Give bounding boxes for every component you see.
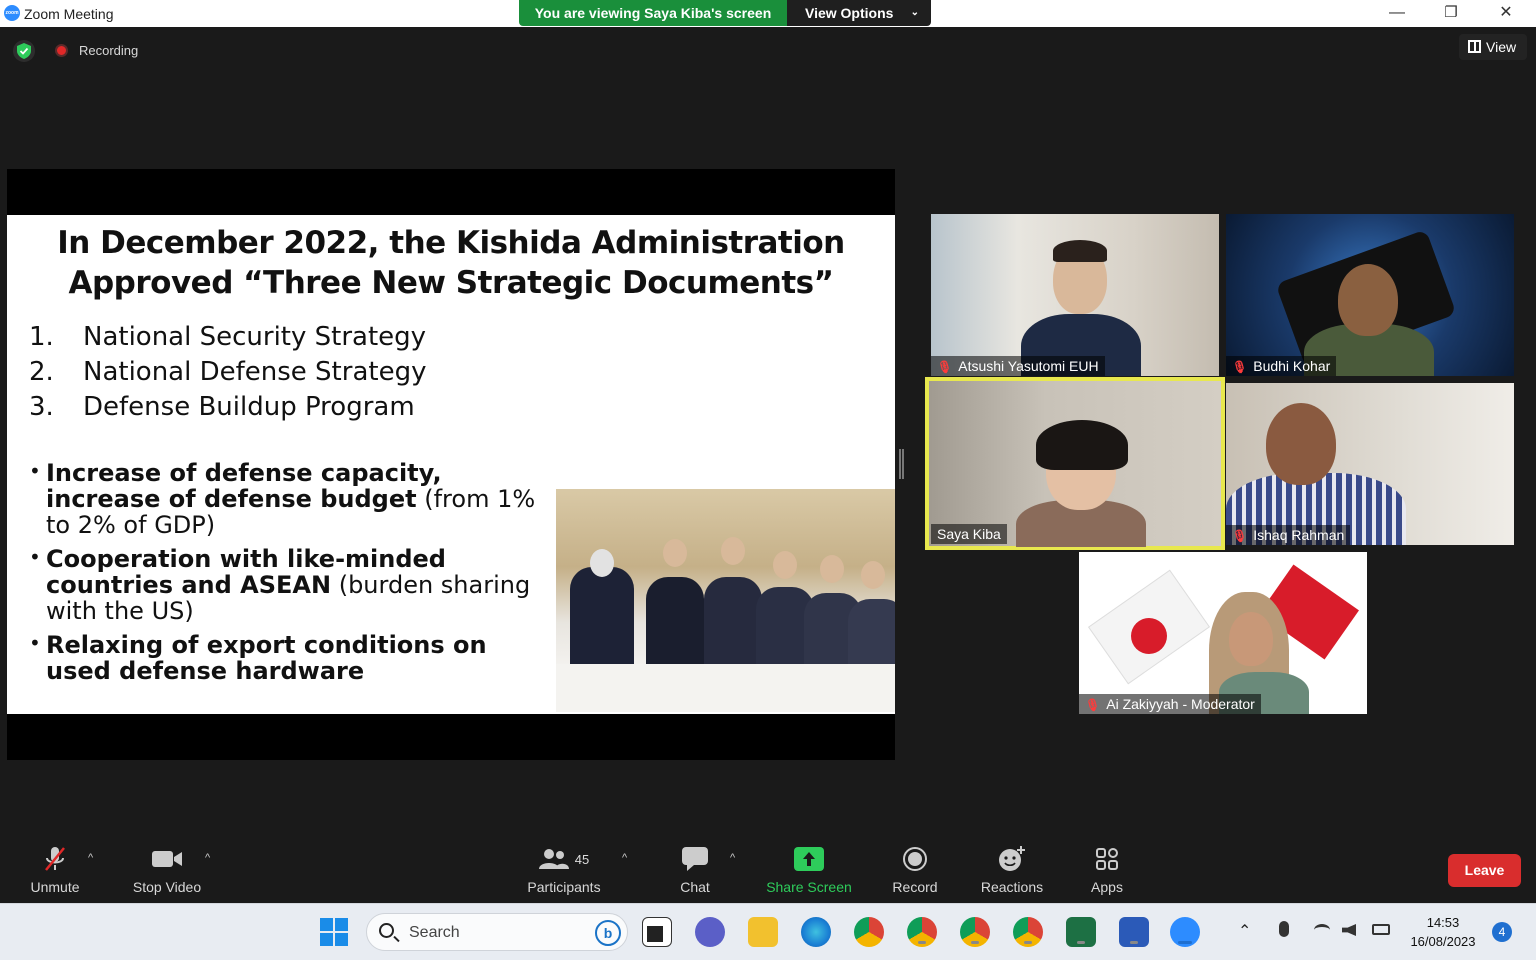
slide-title-line-2: Approved “Three New Strategic Documents” [68, 265, 835, 301]
participant-name-tag: 🎙 Ai Zakiyyah - Moderator [1079, 694, 1261, 714]
shared-screen[interactable]: In December 2022, the Kishida Administra… [7, 169, 895, 760]
viewing-screen-banner: You are viewing Saya Kiba's screen [519, 0, 787, 26]
view-layout-button[interactable]: View [1459, 34, 1527, 60]
view-options-button[interactable]: View Options ⌄ [787, 0, 931, 26]
chrome-profile-b-icon[interactable] [960, 917, 990, 947]
window-title: Zoom Meeting [24, 6, 114, 22]
view-label: View [1486, 39, 1517, 55]
security-shield-icon[interactable] [13, 40, 35, 62]
chat-options-caret[interactable]: ^ [730, 852, 735, 864]
task-view-icon[interactable] [642, 917, 672, 947]
slide-title-line-1: In December 2022, the Kishida Administra… [57, 225, 845, 261]
share-screen-icon [762, 844, 856, 874]
video-tile[interactable]: 🎙 Ishaq Rahman [1226, 383, 1514, 545]
bullet-item: Cooperation with like-minded countries a… [29, 544, 559, 624]
chrome-window-icon[interactable] [1013, 917, 1043, 947]
muted-mic-icon: 🎙 [1232, 529, 1248, 543]
show-hidden-icons-chevron[interactable]: ⌃ [1238, 921, 1251, 941]
word-icon[interactable] [1119, 917, 1149, 947]
muted-microphone-icon [24, 844, 86, 874]
taskbar-clock[interactable]: 14:53 16/08/2023 [1405, 913, 1481, 951]
recording-dot-icon [55, 44, 68, 57]
zoom-app-icon[interactable] [1170, 917, 1200, 947]
minimize-button[interactable]: — [1377, 3, 1417, 23]
smiley-plus-icon [976, 844, 1048, 874]
search-icon [379, 923, 394, 938]
chrome-profile-icon[interactable] [907, 917, 937, 947]
meeting-controls-bar: Unmute ^ Stop Video ^ 45 Participants ^ … [0, 830, 1536, 902]
share-screen-button[interactable]: Share Screen [762, 844, 856, 895]
video-tile[interactable]: 🎙 Ai Zakiyyah - Moderator [1079, 552, 1367, 714]
apps-icon [1086, 844, 1128, 874]
slide-title: In December 2022, the Kishida Administra… [7, 223, 895, 303]
strategy-documents-list: 1. National Security Strategy 2. National … [29, 320, 426, 425]
bing-icon[interactable]: b [595, 920, 621, 946]
zoom-logo-icon: zoom [4, 5, 20, 21]
list-item: 2. National Defense Strategy [29, 357, 427, 387]
participants-options-caret[interactable]: ^ [622, 852, 627, 864]
edge-browser-icon[interactable] [801, 917, 831, 947]
volume-icon[interactable] [1342, 924, 1356, 936]
participant-count: 45 [574, 851, 590, 867]
excel-icon[interactable] [1066, 917, 1096, 947]
search-placeholder: Search [409, 924, 460, 941]
reactions-button[interactable]: Reactions [976, 844, 1048, 895]
video-options-caret[interactable]: ^ [205, 852, 210, 864]
muted-mic-icon: 🎙 [1085, 698, 1101, 712]
audio-options-caret[interactable]: ^ [88, 852, 93, 864]
clock-time: 14:53 [1426, 915, 1460, 930]
battery-icon[interactable] [1372, 924, 1390, 935]
panel-resize-handle[interactable] [899, 449, 904, 479]
participants-icon: 45 [524, 844, 604, 874]
file-explorer-icon[interactable] [748, 917, 778, 947]
microphone-icon[interactable] [1279, 921, 1289, 937]
participant-name-tag: Saya Kiba [931, 524, 1007, 544]
video-tile[interactable]: 🎙 Atsushi Yasutomi EUH [931, 214, 1219, 376]
list-item: 1. National Security Strategy [29, 322, 427, 352]
restore-button[interactable]: ❐ [1431, 3, 1471, 23]
view-options-label: View Options [805, 5, 894, 21]
close-button[interactable]: ✕ [1486, 3, 1526, 23]
recording-status[interactable]: Recording [79, 43, 138, 58]
video-tile[interactable]: 🎙 Budhi Kohar [1226, 214, 1514, 376]
chevron-down-icon: ⌄ [910, 7, 919, 18]
list-item: 3. Defense Buildup Program [29, 392, 415, 422]
video-tile-active-speaker[interactable]: Saya Kiba [925, 377, 1225, 550]
unmute-button[interactable]: Unmute [24, 844, 86, 895]
muted-mic-icon: 🎙 [1232, 360, 1248, 374]
muted-mic-icon: 🎙 [937, 360, 953, 374]
taskbar-search[interactable]: Search b [366, 913, 628, 951]
chat-bubble-icon [670, 844, 720, 874]
teams-chat-icon[interactable] [695, 917, 725, 947]
wifi-icon[interactable] [1314, 924, 1330, 936]
chrome-icon[interactable] [854, 917, 884, 947]
windows-taskbar: Search b ⌃ 14:53 16/08/2023 4 [0, 903, 1536, 960]
record-button[interactable]: Record [888, 844, 942, 895]
clock-date: 16/08/2023 [1410, 934, 1476, 949]
start-menu-icon[interactable] [320, 918, 349, 947]
policy-bullets: Increase of defense capacity, increase o… [29, 458, 559, 692]
participant-name-tag: 🎙 Atsushi Yasutomi EUH [931, 356, 1105, 376]
bullet-item: Increase of defense capacity, increase o… [29, 458, 559, 538]
grid-view-icon [1468, 40, 1481, 53]
participants-button[interactable]: 45 Participants [524, 844, 604, 895]
video-camera-icon [128, 844, 206, 874]
stop-video-button[interactable]: Stop Video [128, 844, 206, 895]
leave-meeting-button[interactable]: Leave [1448, 854, 1521, 887]
presentation-slide: In December 2022, the Kishida Administra… [7, 215, 895, 714]
notification-badge[interactable]: 4 [1492, 922, 1512, 942]
record-icon [888, 844, 942, 874]
cabinet-meeting-photo [556, 489, 895, 712]
participant-name-tag: 🎙 Ishaq Rahman [1226, 525, 1351, 545]
chat-button[interactable]: Chat [670, 844, 720, 895]
bullet-item: Relaxing of export conditions on used de… [29, 630, 559, 684]
apps-button[interactable]: Apps [1086, 844, 1128, 895]
participant-name-tag: 🎙 Budhi Kohar [1226, 356, 1337, 376]
